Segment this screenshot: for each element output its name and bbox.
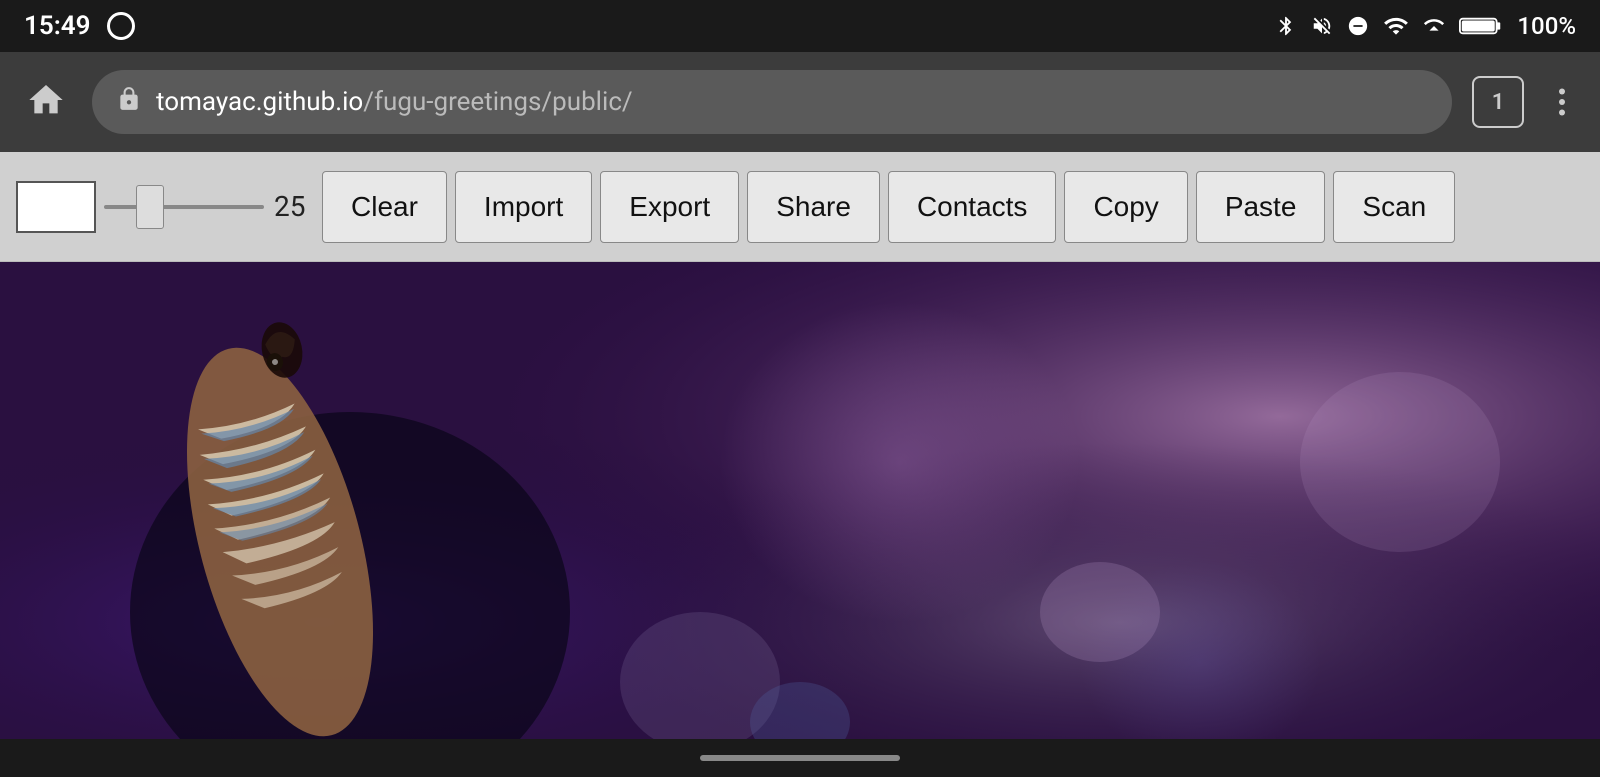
bluetooth-icon: [1275, 12, 1297, 40]
background-image: [0, 262, 1600, 777]
address-bar[interactable]: tomayac.github.io/fugu-greetings/public/: [92, 70, 1452, 134]
signal-icon: [1423, 12, 1445, 40]
home-indicator: [700, 755, 900, 761]
lock-icon: [116, 86, 142, 119]
export-button[interactable]: Export: [600, 171, 739, 243]
brush-size-slider[interactable]: [104, 205, 264, 209]
tab-count: 1: [1492, 90, 1505, 115]
bottom-bar: [0, 739, 1600, 777]
slider-container: 25: [104, 190, 314, 223]
mute-icon: [1311, 12, 1333, 40]
url-domain: tomayac.github.io: [156, 87, 363, 117]
scan-button[interactable]: Scan: [1333, 171, 1455, 243]
tab-count-button[interactable]: 1: [1472, 76, 1524, 128]
battery-percent: 100%: [1517, 12, 1576, 40]
browser-actions: 1: [1472, 76, 1580, 128]
toolbar: 25 Clear Import Export Share Contacts Co…: [0, 152, 1600, 262]
browser-menu-button[interactable]: [1544, 84, 1580, 120]
import-button[interactable]: Import: [455, 171, 592, 243]
status-circle-icon: [107, 12, 135, 40]
home-icon: [26, 80, 66, 124]
dnd-icon: [1347, 12, 1369, 40]
main-content: [0, 262, 1600, 777]
url-path: /fugu-greetings/public/: [363, 87, 632, 117]
status-right: 100%: [1275, 12, 1576, 40]
clear-button[interactable]: Clear: [322, 171, 447, 243]
paste-button[interactable]: Paste: [1196, 171, 1326, 243]
share-button[interactable]: Share: [747, 171, 880, 243]
slider-value: 25: [274, 190, 314, 223]
url-text: tomayac.github.io/fugu-greetings/public/: [156, 87, 633, 117]
status-left: 15:49: [24, 11, 135, 41]
status-bar: 15:49 100%: [0, 0, 1600, 52]
wifi-icon: [1383, 12, 1409, 40]
home-button[interactable]: [20, 76, 72, 128]
status-time: 15:49: [24, 11, 91, 41]
copy-button[interactable]: Copy: [1064, 171, 1187, 243]
browser-bar: tomayac.github.io/fugu-greetings/public/…: [0, 52, 1600, 152]
battery-icon: [1459, 12, 1503, 40]
contacts-button[interactable]: Contacts: [888, 171, 1057, 243]
color-swatch[interactable]: [16, 181, 96, 233]
